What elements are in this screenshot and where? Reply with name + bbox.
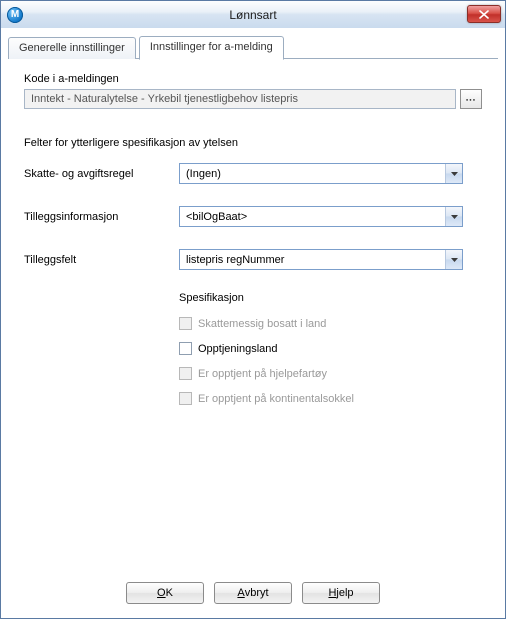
chk-opptjeningsland[interactable] xyxy=(179,342,192,355)
fields-heading: Felter for ytterligere spesifikasjon av … xyxy=(24,137,482,149)
chk-skattemessig-label: Skattemessig bosatt i land xyxy=(198,318,326,330)
tilleggsinfo-value: <bilOgBaat> xyxy=(180,211,445,223)
chk-hjelpefartoy xyxy=(179,367,192,380)
tilleggsfelt-value: listepris regNummer xyxy=(180,254,445,266)
tilleggsfelt-combo[interactable]: listepris regNummer xyxy=(179,249,463,270)
tilleggsfelt-label: Tilleggsfelt xyxy=(24,254,179,266)
tilleggsinfo-label: Tilleggsinformasjon xyxy=(24,211,179,223)
client-area: Generelle innstillinger Innstillinger fo… xyxy=(1,28,505,618)
chevron-down-icon xyxy=(451,215,458,219)
tilleggsinfo-combo[interactable]: <bilOgBaat> xyxy=(179,206,463,227)
ok-button[interactable]: OK xyxy=(126,582,204,604)
tab-general-label: Generelle innstillinger xyxy=(19,42,125,54)
tab-amelding[interactable]: Innstillinger for a-melding xyxy=(139,36,284,60)
kode-label: Kode i a-meldingen xyxy=(24,73,482,85)
button-bar: OK Avbryt Hjelp xyxy=(1,582,505,604)
kode-row: ●●● xyxy=(24,89,482,109)
tab-amelding-label: Innstillinger for a-melding xyxy=(150,41,273,53)
skatte-value: (Ingen) xyxy=(180,168,445,180)
kode-browse-button[interactable]: ●●● xyxy=(460,89,482,109)
tilleggsfelt-dropdown-button[interactable] xyxy=(445,250,462,269)
chk-kontinentalsokkel-row: Er opptjent på kontinentalsokkel xyxy=(179,391,463,406)
spec-heading: Spesifikasjon xyxy=(179,292,463,304)
app-icon-letter: M xyxy=(11,9,19,20)
skatte-label: Skatte- og avgiftsregel xyxy=(24,168,179,180)
tab-general[interactable]: Generelle innstillinger xyxy=(8,37,136,59)
chk-hjelpefartoy-label: Er opptjent på hjelpefartøy xyxy=(198,368,327,380)
chevron-down-icon xyxy=(451,172,458,176)
tab-strip: Generelle innstillinger Innstillinger fo… xyxy=(8,35,498,59)
kode-input[interactable] xyxy=(24,89,456,109)
spec-block: Spesifikasjon Skattemessig bosatt i land… xyxy=(179,292,463,406)
skatte-combo[interactable]: (Ingen) xyxy=(179,163,463,184)
chk-kontinentalsokkel-label: Er opptjent på kontinentalsokkel xyxy=(198,393,354,405)
app-icon: M xyxy=(7,7,23,23)
chk-skattemessig xyxy=(179,317,192,330)
close-button[interactable] xyxy=(467,5,501,23)
cancel-button[interactable]: Avbryt xyxy=(214,582,292,604)
tilleggsinfo-dropdown-button[interactable] xyxy=(445,207,462,226)
tab-panel-amelding: Kode i a-meldingen ●●● Felter for ytterl… xyxy=(8,59,498,426)
row-tilleggsinfo: Tilleggsinformasjon <bilOgBaat> xyxy=(24,206,482,227)
chk-opptjeningsland-label: Opptjeningsland xyxy=(198,343,278,355)
ellipsis-icon: ●●● xyxy=(466,97,476,102)
window-title: Lønnsart xyxy=(1,8,505,22)
skatte-dropdown-button[interactable] xyxy=(445,164,462,183)
chevron-down-icon xyxy=(451,258,458,262)
row-tilleggsfelt: Tilleggsfelt listepris regNummer xyxy=(24,249,482,270)
chk-skattemessig-row: Skattemessig bosatt i land xyxy=(179,316,463,331)
title-bar: M Lønnsart xyxy=(1,1,505,29)
row-skatte: Skatte- og avgiftsregel (Ingen) xyxy=(24,163,482,184)
close-icon xyxy=(479,10,489,19)
chk-kontinentalsokkel xyxy=(179,392,192,405)
chk-hjelpefartoy-row: Er opptjent på hjelpefartøy xyxy=(179,366,463,381)
help-button[interactable]: Hjelp xyxy=(302,582,380,604)
chk-opptjeningsland-row[interactable]: Opptjeningsland xyxy=(179,341,463,356)
